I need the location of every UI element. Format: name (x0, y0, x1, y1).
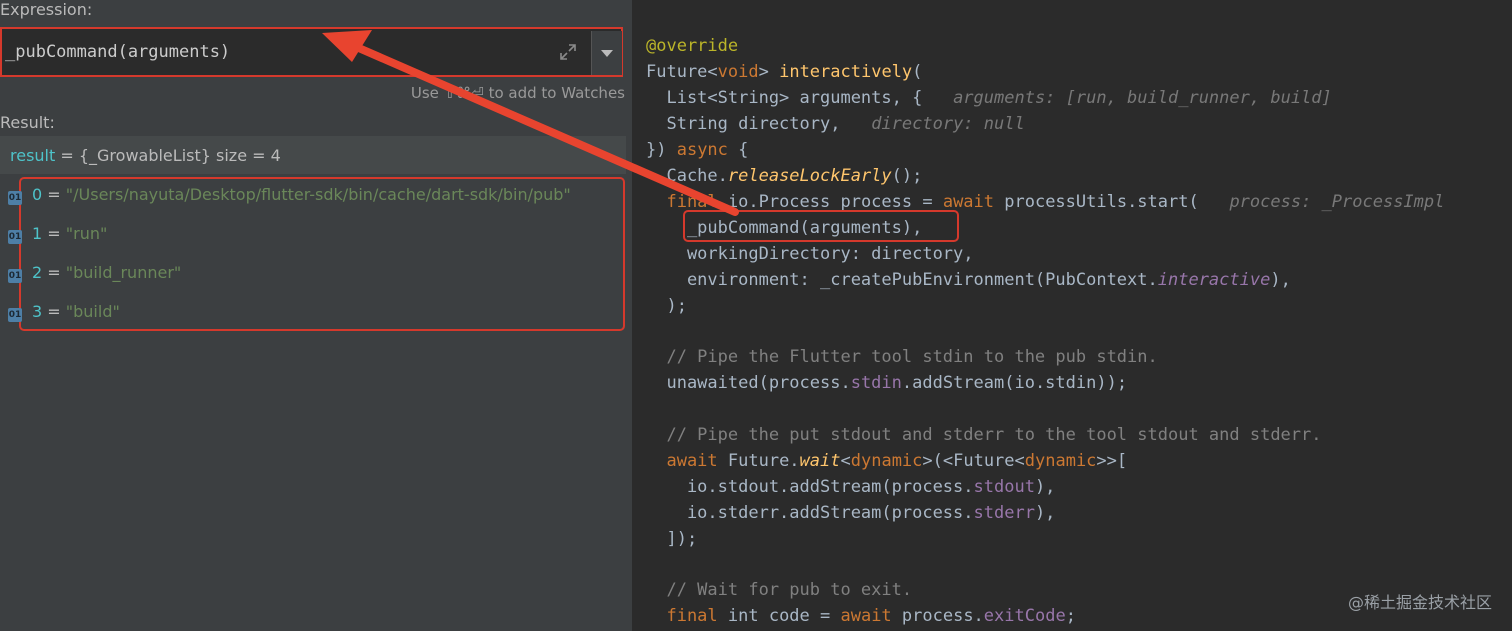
list-item[interactable]: 01 1 = "run" (8, 224, 107, 248)
panel-divider[interactable] (632, 0, 642, 631)
code-line: Cache.releaseLockEarly(); (646, 166, 923, 186)
add-to-watches-hint: Use ⇧⌘⏎ to add to Watches (410, 84, 625, 102)
expression-input[interactable]: _pubCommand(arguments) (0, 27, 623, 77)
pubcommand-highlight-box (683, 210, 959, 242)
code-line: ]); (646, 529, 698, 549)
expression-label: Expression: (0, 0, 93, 19)
watermark: @稀土掘金技术社区 (1347, 593, 1492, 612)
code-line: io.stdout.addStream(process.stdout), (646, 477, 1056, 497)
expression-input-text[interactable]: _pubCommand(arguments) (5, 42, 230, 62)
code-comment: // Pipe the Flutter tool stdin to the pu… (646, 347, 1158, 367)
code-line: unawaited(process.stdin.addStream(io.std… (646, 373, 1128, 393)
field-icon: 01 (8, 308, 22, 322)
item-value: "build_runner" (65, 263, 182, 282)
result-tree-root[interactable]: result = {_GrowableList} size = 4 (0, 136, 626, 174)
list-item[interactable]: 01 0 = "/Users/nayuta/Desktop/flutter-sdk… (8, 185, 571, 209)
code-comment: // Pipe the put stdout and stderr to the… (646, 425, 1322, 445)
list-item[interactable]: 01 3 = "build" (8, 302, 120, 326)
code-line: environment: _createPubEnvironment(PubCo… (646, 270, 1291, 290)
expand-icon[interactable] (558, 42, 578, 62)
code-line: io.stderr.addStream(process.stderr), (646, 503, 1056, 523)
item-index: 0 (32, 185, 43, 204)
code-line: await Future.wait<dynamic>(<Future<dynam… (646, 451, 1128, 471)
code-line: final int code = await process.exitCode; (646, 606, 1076, 626)
code-line: String directory, directory: null (646, 114, 1025, 134)
code-line: List<String> arguments, { arguments: [ru… (646, 88, 1332, 108)
inline-value-hint: arguments: [run, build_runner, build] (953, 88, 1332, 108)
code-editor[interactable]: @override Future<void> interactively( Li… (642, 0, 1512, 631)
field-icon: 01 (8, 269, 22, 283)
result-label: Result: (0, 113, 55, 132)
list-item[interactable]: 01 2 = "build_runner" (8, 263, 181, 287)
code-line: Future<void> interactively( (646, 62, 923, 82)
code-line: ); (646, 296, 687, 316)
item-value: "/Users/nayuta/Desktop/flutter-sdk/bin/c… (65, 185, 571, 204)
item-value: "run" (65, 224, 108, 243)
code-line: workingDirectory: directory, (646, 244, 974, 264)
item-value: "build" (65, 302, 120, 321)
code-line: }) async { (646, 140, 749, 160)
code-comment: // Wait for pub to exit. (646, 580, 913, 600)
field-icon: 01 (8, 230, 22, 244)
chevron-down-icon (601, 50, 613, 57)
history-dropdown-button[interactable] (591, 31, 622, 75)
evaluate-expression-panel: Expression: _pubCommand(arguments) Use ⇧… (0, 0, 632, 631)
item-index: 2 (32, 263, 43, 282)
code-line: @override (646, 36, 739, 56)
inline-value-hint: process: _ProcessImpl (1229, 192, 1445, 212)
item-index: 3 (32, 302, 43, 321)
field-icon: 01 (8, 191, 22, 205)
item-index: 1 (32, 224, 43, 243)
inline-value-hint: directory: null (871, 114, 1025, 134)
result-name: result (10, 146, 56, 165)
result-summary: = {_GrowableList} size = 4 (55, 146, 281, 165)
